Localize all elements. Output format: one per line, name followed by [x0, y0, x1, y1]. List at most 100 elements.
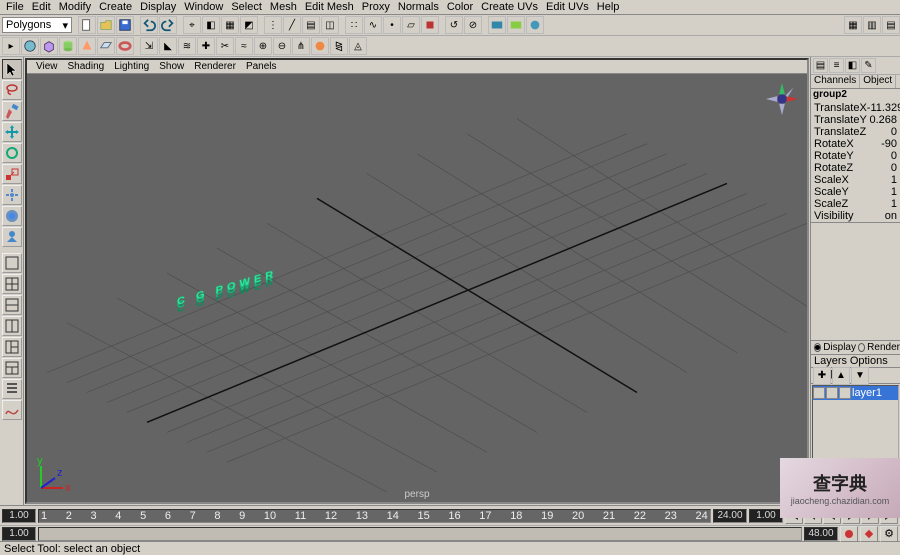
menu-create-uvs[interactable]: Create UVs: [477, 1, 542, 13]
graph-editor-icon[interactable]: [2, 400, 22, 420]
layout-single-icon[interactable]: [2, 253, 22, 273]
shelf-triangulate-icon[interactable]: ◬: [349, 37, 367, 55]
snap-curve-icon[interactable]: ∿: [364, 16, 382, 34]
mask-face-icon[interactable]: ▤: [302, 16, 320, 34]
render-frame-icon[interactable]: [488, 16, 506, 34]
paint-select-icon[interactable]: [2, 101, 22, 121]
select-object-icon[interactable]: ▦: [221, 16, 239, 34]
shelf-tab-switch-icon[interactable]: ▸: [2, 37, 20, 55]
menu-edit-mesh[interactable]: Edit Mesh: [301, 1, 358, 13]
soft-mod-icon[interactable]: [2, 206, 22, 226]
file-open-icon[interactable]: [97, 16, 115, 34]
range-end-field[interactable]: 48.00: [804, 527, 838, 541]
attr-ed-icon[interactable]: ◧: [845, 58, 860, 73]
shelf-poly-sphere-icon[interactable]: [21, 37, 39, 55]
file-new-icon[interactable]: [78, 16, 96, 34]
show-manip-icon[interactable]: [2, 227, 22, 247]
time-start-field[interactable]: 1.00: [2, 509, 36, 523]
undo-icon[interactable]: [140, 16, 158, 34]
redo-icon[interactable]: [159, 16, 177, 34]
menu-select[interactable]: Select: [227, 1, 266, 13]
menu-file[interactable]: File: [2, 1, 28, 13]
layer-down-icon[interactable]: ▼: [851, 367, 869, 385]
range-track[interactable]: [38, 527, 802, 541]
move-tool-icon[interactable]: [2, 122, 22, 142]
history-on-icon[interactable]: ↺: [445, 16, 463, 34]
shelf-poly-torus-icon[interactable]: [116, 37, 134, 55]
lasso-tool-icon[interactable]: [2, 80, 22, 100]
panel-layout3-icon[interactable]: ▤: [882, 16, 900, 34]
shelf-poly-cylinder-icon[interactable]: [59, 37, 77, 55]
menu-help[interactable]: Help: [593, 1, 624, 13]
set-key-icon[interactable]: [860, 526, 878, 542]
layer-row[interactable]: layer1: [813, 386, 898, 400]
snap-live-icon[interactable]: [421, 16, 439, 34]
layout-four-icon[interactable]: [2, 274, 22, 294]
new-layer-icon[interactable]: ✚: [813, 367, 831, 385]
snap-grid-icon[interactable]: ∷: [345, 16, 363, 34]
shelf-append-icon[interactable]: ✚: [197, 37, 215, 55]
layer-type-toggle[interactable]: [826, 387, 838, 399]
auto-key-icon[interactable]: [840, 526, 858, 542]
time-end-field[interactable]: 24.00: [713, 509, 747, 523]
layer-vis-toggle[interactable]: [813, 387, 825, 399]
time-track[interactable]: 123456789101112131415161718192021222324: [38, 509, 711, 523]
layer-up-icon[interactable]: ▲: [832, 367, 850, 385]
mask-uv-icon[interactable]: ◫: [321, 16, 339, 34]
shelf-mirror-icon[interactable]: ⧎: [330, 37, 348, 55]
menu-mesh[interactable]: Mesh: [266, 1, 301, 13]
menu-proxy[interactable]: Proxy: [358, 1, 394, 13]
vp-menu-lighting[interactable]: Lighting: [109, 61, 154, 72]
anim-prefs-icon[interactable]: ⚙: [880, 526, 898, 542]
channel-box-icon[interactable]: ▤: [813, 58, 828, 73]
menu-normals[interactable]: Normals: [394, 1, 443, 13]
snap-plane-icon[interactable]: ▱: [402, 16, 420, 34]
layout-two-h-icon[interactable]: [2, 295, 22, 315]
shelf-poly-cone-icon[interactable]: [78, 37, 96, 55]
menu-window[interactable]: Window: [180, 1, 227, 13]
mask-vertex-icon[interactable]: ⋮: [264, 16, 282, 34]
layer-menu-layers[interactable]: Layers: [814, 355, 847, 367]
snap-point-icon[interactable]: •: [383, 16, 401, 34]
history-off-icon[interactable]: ⊘: [464, 16, 482, 34]
shelf-extrude-icon[interactable]: ⇲: [140, 37, 158, 55]
menu-create[interactable]: Create: [95, 1, 136, 13]
shelf-collapse-icon[interactable]: ⊖: [273, 37, 291, 55]
rotate-tool-icon[interactable]: [2, 143, 22, 163]
shelf-poly-plane-icon[interactable]: [97, 37, 115, 55]
file-save-icon[interactable]: [116, 16, 134, 34]
render-globals-icon[interactable]: [526, 16, 544, 34]
shelf-crease-icon[interactable]: ⋔: [292, 37, 310, 55]
mask-edge-icon[interactable]: ╱: [283, 16, 301, 34]
outliner-icon[interactable]: [2, 379, 22, 399]
vp-menu-show[interactable]: Show: [154, 61, 189, 72]
vp-menu-renderer[interactable]: Renderer: [189, 61, 241, 72]
ipr-render-icon[interactable]: [507, 16, 525, 34]
view-compass-icon[interactable]: [763, 80, 801, 118]
panel-layout2-icon[interactable]: ▥: [863, 16, 881, 34]
manip-tool-icon[interactable]: [2, 185, 22, 205]
menu-edit-uvs[interactable]: Edit UVs: [542, 1, 593, 13]
mode-dropdown[interactable]: Polygons ▾: [2, 17, 72, 33]
tab-object[interactable]: Object: [860, 75, 896, 88]
menu-modify[interactable]: Modify: [55, 1, 95, 13]
shelf-poly-cube-icon[interactable]: [40, 37, 58, 55]
radio-display[interactable]: [814, 343, 821, 352]
select-tool-icon[interactable]: [2, 59, 22, 79]
panel-layout-icon[interactable]: ▦: [844, 16, 862, 34]
menu-edit[interactable]: Edit: [28, 1, 55, 13]
shelf-smooth-icon[interactable]: ≈: [235, 37, 253, 55]
layout-3t-icon[interactable]: [2, 358, 22, 378]
tab-channels[interactable]: Channels: [811, 75, 860, 88]
vp-menu-view[interactable]: View: [31, 61, 63, 72]
time-current-field[interactable]: 1.00: [749, 509, 783, 523]
layer-color-swatch[interactable]: [839, 387, 851, 399]
shelf-merge-icon[interactable]: ⊕: [254, 37, 272, 55]
object-name[interactable]: group2: [811, 89, 900, 102]
shelf-bevel-icon[interactable]: ◣: [159, 37, 177, 55]
select-hierarchy-icon[interactable]: ◧: [202, 16, 220, 34]
vp-menu-shading[interactable]: Shading: [63, 61, 110, 72]
layer-menu-options[interactable]: Options: [850, 355, 888, 367]
menu-color[interactable]: Color: [443, 1, 477, 13]
radio-render[interactable]: [858, 343, 865, 352]
